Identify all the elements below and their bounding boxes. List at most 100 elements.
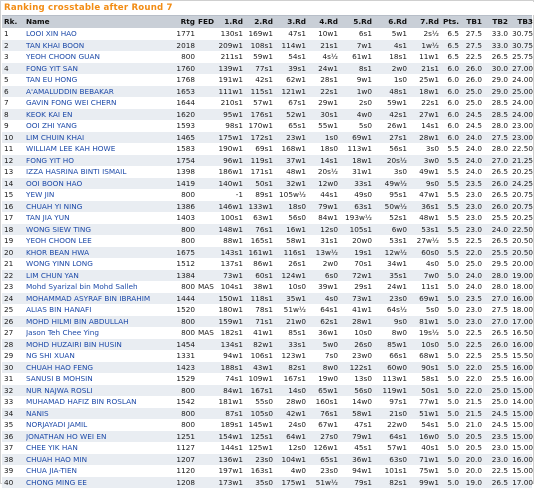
cell-rank: 14 — [4, 178, 22, 190]
cell-points: 5.0 — [439, 454, 459, 466]
player-name-link[interactable]: TAN JIA YUN — [26, 212, 172, 224]
player-name[interactable]: SANUSI B MOHSIN — [26, 374, 93, 383]
player-name[interactable]: WONG SIEW TING — [26, 225, 91, 234]
player-name[interactable]: NG SHI XUAN — [26, 351, 75, 360]
player-name[interactable]: MOHAMMAD ASYRAF BIN IBRAHIM — [26, 294, 150, 303]
player-name-link[interactable]: CHUAH HAO MIN — [26, 454, 172, 466]
player-name-link[interactable]: FONG YIT HO — [26, 155, 172, 167]
cell-tiebreak-1: 25.0 — [460, 86, 482, 98]
player-name[interactable]: NUR NAJWA ROSLI — [26, 386, 93, 395]
cell-round-7: 47w1 — [409, 189, 439, 201]
player-name-link[interactable]: ALIAS BIN HANAFI — [26, 304, 172, 316]
player-name[interactable]: LOOI XIN HAO — [26, 29, 77, 38]
player-name[interactable]: NORJAYADI JAMIL — [26, 420, 87, 429]
player-name[interactable]: TAN KHAI BOON — [26, 41, 84, 50]
player-name-link[interactable]: NG SHI XUAN — [26, 350, 172, 362]
player-name-link[interactable]: OOI BOON HAO — [26, 178, 172, 190]
player-name-link[interactable]: LOOI XIN HAO — [26, 28, 172, 40]
player-name[interactable]: CHUAH HAO MIN — [26, 455, 87, 464]
player-name-link[interactable]: LIM CHUIN KHAI — [26, 132, 172, 144]
player-name[interactable]: CHEE YIK HAN — [26, 443, 78, 452]
player-name[interactable]: FONG YIT SAN — [26, 64, 78, 73]
player-name-link[interactable]: JONATHAN HO WEI EN — [26, 431, 172, 443]
player-name[interactable]: TAN JIA YUN — [26, 213, 70, 222]
cell-federation — [198, 201, 216, 213]
player-name-link[interactable]: CHONG MING EE — [26, 477, 172, 488]
player-name-link[interactable]: CHUAH HAO FENG — [26, 362, 172, 374]
player-name-link[interactable]: Mohd Syarizal bin Mohd Salleh — [26, 281, 172, 293]
player-name[interactable]: Jason Teh Chee Ying — [26, 328, 99, 337]
player-name-link[interactable]: GAVIN FONG WEI CHERN — [26, 97, 172, 109]
player-name[interactable]: GAVIN FONG WEI CHERN — [26, 98, 117, 107]
player-name[interactable]: LIM CHUIN KHAI — [26, 133, 84, 142]
cell-tiebreak-3: 30.75 — [509, 40, 533, 52]
player-name[interactable]: CHUAH YI NING — [26, 202, 82, 211]
cell-rating: 1512 — [173, 258, 195, 270]
player-name[interactable]: WILLIAM LEE KAH HOWE — [26, 144, 115, 153]
cell-round-1: 173w1 — [217, 477, 243, 488]
cell-round-2: 38w1 — [245, 281, 273, 293]
player-name-link[interactable]: OOI ZHI YANG — [26, 120, 172, 132]
player-name[interactable]: NANIS — [26, 409, 49, 418]
player-name-link[interactable]: LIM CHUN YAN — [26, 270, 172, 282]
player-name[interactable]: CHUA JIA-TIEN — [26, 466, 77, 475]
cell-federation — [198, 350, 216, 362]
player-name[interactable]: IZZA HASRINA BINTI ISMAIL — [26, 167, 126, 176]
player-name-link[interactable]: TAN KHAI BOON — [26, 40, 172, 52]
player-name-link[interactable]: KEOK KAI EN — [26, 109, 172, 121]
cell-federation — [198, 109, 216, 121]
cell-tiebreak-2: 25.0 — [484, 396, 508, 408]
player-name[interactable]: Mohd Syarizal bin Mohd Salleh — [26, 282, 138, 291]
player-name[interactable]: MOHD HILMI BIN ABDULLAH — [26, 317, 129, 326]
player-name[interactable]: MUHAMAD HAFIZ BIN ROSLAN — [26, 397, 137, 406]
player-name-link[interactable]: YEOH CHOON LEE — [26, 235, 172, 247]
player-name-link[interactable]: FONG YIT SAN — [26, 63, 172, 75]
player-name[interactable]: MOHD HUZAIRI BIN HUSIN — [26, 340, 122, 349]
player-name-link[interactable]: NANIS — [26, 408, 172, 420]
player-name[interactable]: JONATHAN HO WEI EN — [26, 432, 106, 441]
player-name-link[interactable]: A'AMALUDDIN BEBAKAR — [26, 86, 172, 98]
cell-rating: 1207 — [173, 454, 195, 466]
player-name[interactable]: OOI BOON HAO — [26, 179, 82, 188]
player-name[interactable]: TAN EU HONG — [26, 75, 77, 84]
player-name-link[interactable]: SANUSI B MOHSIN — [26, 373, 172, 385]
player-name[interactable]: ALIAS BIN HANAFI — [26, 305, 91, 314]
player-name-link[interactable]: KHOR BEAN HWA — [26, 247, 172, 259]
player-name-link[interactable]: MOHAMMAD ASYRAF BIN IBRAHIM — [26, 293, 172, 305]
player-name-link[interactable]: CHUAH YI NING — [26, 201, 172, 213]
cell-federation — [198, 316, 216, 328]
table-row: 3YEOH CHOON GUAN800211s159w154s14s½61w11… — [2, 51, 532, 63]
cell-round-5: 193w½ — [341, 212, 372, 224]
player-name-link[interactable]: MUHAMAD HAFIZ BIN ROSLAN — [26, 396, 172, 408]
player-name[interactable]: YEOH CHOON LEE — [26, 236, 92, 245]
player-name-link[interactable]: TAN EU HONG — [26, 74, 172, 86]
player-name[interactable]: A'AMALUDDIN BEBAKAR — [26, 87, 114, 96]
player-name[interactable]: KEOK KAI EN — [26, 110, 72, 119]
player-name-link[interactable]: Jason Teh Chee Ying — [26, 327, 172, 339]
cell-tiebreak-3: 15.00 — [509, 431, 533, 443]
player-name[interactable]: CHUAH HAO FENG — [26, 363, 93, 372]
player-name-link[interactable]: MOHD HILMI BIN ABDULLAH — [26, 316, 172, 328]
player-name[interactable]: FONG YIT HO — [26, 156, 74, 165]
player-name-link[interactable]: MOHD HUZAIRI BIN HUSIN — [26, 339, 172, 351]
player-name[interactable]: YEW JIN — [26, 190, 54, 199]
player-name[interactable]: KHOR BEAN HWA — [26, 248, 89, 257]
player-name-link[interactable]: CHUA JIA-TIEN — [26, 465, 172, 477]
player-name[interactable]: WONG YINN LONG — [26, 259, 93, 268]
player-name-link[interactable]: NORJAYADI JAMIL — [26, 419, 172, 431]
player-name-link[interactable]: WILLIAM LEE KAH HOWE — [26, 143, 172, 155]
player-name[interactable]: YEOH CHOON GUAN — [26, 52, 100, 61]
cell-round-6: 6w0 — [375, 224, 407, 236]
player-name[interactable]: OOI ZHI YANG — [26, 121, 77, 130]
player-name-link[interactable]: WONG SIEW TING — [26, 224, 172, 236]
player-name-link[interactable]: NUR NAJWA ROSLI — [26, 385, 172, 397]
player-name-link[interactable]: CHEE YIK HAN — [26, 442, 172, 454]
cell-round-1: 186w1 — [217, 166, 243, 178]
cell-round-6: 101s1 — [375, 465, 407, 477]
player-name[interactable]: CHONG MING EE — [26, 478, 87, 487]
player-name-link[interactable]: YEW JIN — [26, 189, 172, 201]
player-name-link[interactable]: IZZA HASRINA BINTI ISMAIL — [26, 166, 172, 178]
player-name-link[interactable]: YEOH CHOON GUAN — [26, 51, 172, 63]
player-name[interactable]: LIM CHUN YAN — [26, 271, 79, 280]
player-name-link[interactable]: WONG YINN LONG — [26, 258, 172, 270]
